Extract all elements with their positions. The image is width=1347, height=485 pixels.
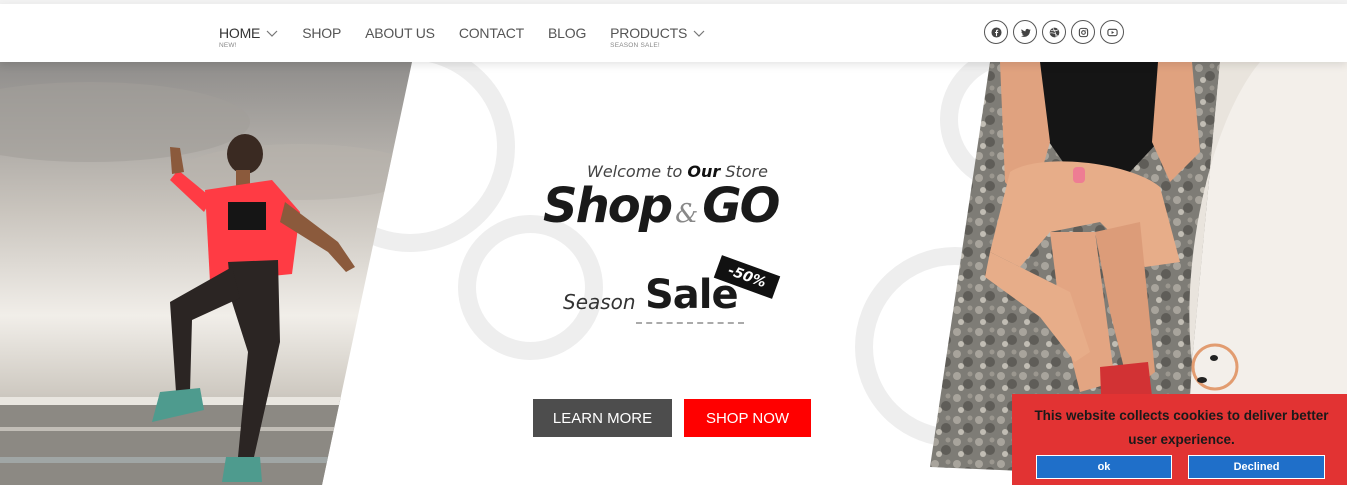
sale-underline: [636, 322, 744, 324]
cookie-message: This website collects cookies to deliver…: [1034, 408, 1329, 447]
season-text: Season: [563, 290, 636, 314]
nav-item-label: HOME: [219, 25, 261, 41]
chevron-down-icon: [266, 30, 278, 37]
nav-item-contact[interactable]: CONTACT: [459, 4, 524, 41]
chevron-down-icon: [693, 30, 705, 37]
nav-item-label: PRODUCTS: [610, 25, 688, 41]
shop-now-button[interactable]: SHOP NOW: [684, 399, 811, 437]
title-shop: Shop: [543, 178, 673, 234]
nav-item-label: SHOP: [302, 25, 342, 41]
dribbble-icon[interactable]: [1042, 20, 1066, 44]
nav-item-blog[interactable]: BLOG: [548, 4, 586, 41]
nav-item-products[interactable]: PRODUCTS SEASON SALE!: [610, 4, 705, 49]
social-links: [984, 20, 1129, 44]
youtube-icon[interactable]: [1100, 20, 1124, 44]
learn-more-button[interactable]: LEARN MORE: [533, 399, 672, 437]
title-ampersand: &: [675, 199, 699, 229]
nav-item-badge: SEASON SALE!: [610, 42, 660, 49]
site-header: HOME NEW! SHOP ABOUT US CONTACT BLOG PRO…: [0, 4, 1347, 62]
title-go: GO: [702, 178, 780, 234]
nav-item-about-us[interactable]: ABOUT US: [365, 4, 435, 41]
cookie-banner: This website collects cookies to deliver…: [1012, 394, 1347, 485]
hero-title: Shop &GO: [543, 178, 780, 234]
twitter-icon[interactable]: [1013, 20, 1037, 44]
nav-item-shop[interactable]: SHOP: [302, 4, 341, 41]
nav-item-label: BLOG: [548, 25, 587, 41]
nav-item-label: CONTACT: [458, 25, 525, 41]
cookie-decline-button[interactable]: Declined: [1188, 455, 1325, 479]
facebook-icon[interactable]: [984, 20, 1008, 44]
cookie-ok-button[interactable]: ok: [1036, 455, 1172, 479]
main-nav: HOME NEW! SHOP ABOUT US CONTACT BLOG PRO…: [219, 4, 729, 62]
nav-item-badge: NEW!: [219, 42, 237, 49]
instagram-icon[interactable]: [1071, 20, 1095, 44]
nav-item-home[interactable]: HOME NEW!: [219, 4, 278, 49]
nav-item-label: ABOUT US: [365, 25, 435, 41]
